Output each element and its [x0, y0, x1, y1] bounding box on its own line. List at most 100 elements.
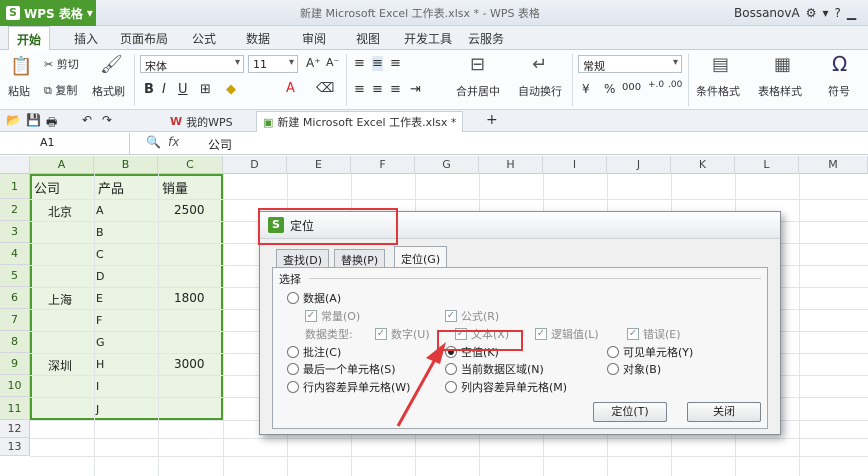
column-header[interactable]: J — [607, 156, 671, 174]
column-header[interactable]: L — [735, 156, 799, 174]
column-header[interactable]: A — [30, 156, 94, 174]
cell-a2[interactable]: 北京 — [48, 203, 72, 220]
clear-format-icon[interactable]: ⌫ — [316, 81, 334, 96]
column-header[interactable]: K — [671, 156, 735, 174]
tab-formulas[interactable]: 公式 — [192, 30, 216, 47]
row-header[interactable]: 5 — [0, 265, 30, 287]
row-header[interactable]: 9 — [0, 353, 30, 375]
cell-c1[interactable]: 销量 — [162, 178, 188, 197]
cell-c9[interactable]: 3000 — [174, 357, 205, 371]
cut-button[interactable]: ✂ 剪切 — [44, 56, 79, 72]
shrink-font-icon[interactable]: A⁻ — [326, 56, 339, 69]
checkbox-error[interactable]: ✓ — [627, 328, 639, 340]
name-box[interactable]: A1 — [0, 133, 130, 155]
redo-icon[interactable]: ↷ — [102, 113, 112, 127]
cell-b3[interactable]: B — [96, 226, 104, 239]
close-button[interactable]: 关闭 — [687, 402, 761, 422]
tab-mywps[interactable]: W 我的WPS — [164, 111, 239, 132]
percent-button[interactable]: % — [604, 82, 615, 96]
tab-page-layout[interactable]: 页面布局 — [120, 30, 168, 47]
save-icon[interactable]: 💾 — [26, 113, 41, 127]
cell-a1[interactable]: 公司 — [34, 178, 60, 197]
column-header[interactable]: M — [799, 156, 868, 174]
format-painter-button[interactable]: 格式刷 — [92, 83, 125, 99]
skin-icon[interactable]: ▾ — [822, 6, 828, 20]
align-left-icon[interactable]: ≡ — [354, 82, 365, 97]
tab-developer[interactable]: 开发工具 — [404, 30, 452, 47]
cell-c2[interactable]: 2500 — [174, 203, 205, 217]
increase-decimal-icon[interactable]: +.0 — [648, 80, 664, 90]
radio-visible-cells[interactable] — [607, 346, 619, 358]
table-style-button[interactable]: 表格样式 — [758, 83, 802, 99]
border-icon[interactable]: ⊞ — [200, 82, 211, 97]
cell-b5[interactable]: D — [96, 270, 104, 283]
open-icon[interactable]: 📂 — [6, 113, 21, 127]
cell-b8[interactable]: G — [96, 336, 105, 349]
row-header[interactable]: 12 — [0, 420, 30, 438]
table-style-icon[interactable]: ▦ — [774, 54, 791, 75]
print-icon[interactable]: 🖶 — [46, 113, 57, 134]
cell-b9[interactable]: H — [96, 358, 104, 371]
indent-icon[interactable]: ⇥ — [410, 82, 421, 97]
column-header[interactable]: I — [543, 156, 607, 174]
option-last-cell[interactable]: 最后一个单元格(S) — [287, 361, 396, 377]
tab-review[interactable]: 审阅 — [302, 30, 326, 47]
formula-input[interactable]: 公司 — [208, 136, 232, 153]
option-column-differences[interactable]: 列内容差异单元格(M) — [445, 379, 567, 395]
locate-button[interactable]: 定位(T) — [593, 402, 667, 422]
tab-document[interactable]: ▣ 新建 Microsoft Excel 工作表.xlsx * — [256, 111, 464, 132]
fill-color-icon[interactable]: ◆ — [226, 82, 236, 97]
copy-button[interactable]: ⧉ 复制 — [44, 82, 77, 98]
italic-button[interactable]: I — [162, 82, 166, 97]
checkbox-formulas[interactable]: ✓ — [445, 310, 457, 322]
checkbox-number[interactable]: ✓ — [375, 328, 387, 340]
align-right-icon[interactable]: ≡ — [390, 82, 401, 97]
align-bottom-icon[interactable]: ≡ — [390, 56, 401, 71]
paste-icon[interactable]: 📋 — [10, 56, 32, 77]
checkbox-constants[interactable]: ✓ — [305, 310, 317, 322]
option-logical[interactable]: ✓ 逻辑值(L) — [535, 326, 599, 342]
decrease-decimal-icon[interactable]: .00 — [668, 80, 682, 90]
merge-center-button[interactable]: 合并居中 — [456, 83, 500, 99]
settings-icon[interactable]: ⚙ — [806, 6, 817, 20]
radio-row-differences[interactable] — [287, 381, 299, 393]
new-tab-button[interactable]: + — [486, 112, 498, 128]
column-header[interactable]: B — [94, 156, 158, 174]
tab-cloud[interactable]: 云服务 — [468, 30, 504, 47]
user-name[interactable]: BossanovA — [734, 6, 800, 20]
column-header[interactable]: H — [479, 156, 543, 174]
radio-data[interactable] — [287, 292, 299, 304]
align-center-icon[interactable]: ≡ — [372, 82, 383, 97]
row-header[interactable]: 2 — [0, 199, 30, 221]
font-size-select[interactable]: 11 — [248, 55, 298, 73]
row-header[interactable]: 6 — [0, 287, 30, 309]
cell-a6[interactable]: 上海 — [48, 291, 72, 308]
tab-goto[interactable]: 定位(G) — [394, 246, 448, 268]
row-header[interactable]: 11 — [0, 397, 30, 420]
bold-button[interactable]: B — [144, 82, 154, 97]
row-header[interactable]: 3 — [0, 221, 30, 243]
option-formulas[interactable]: ✓ 公式(R) — [445, 308, 499, 324]
cell-b6[interactable]: E — [96, 292, 103, 305]
thousands-button[interactable]: 000 — [622, 82, 641, 93]
select-all-corner[interactable] — [0, 156, 30, 174]
wrap-text-button[interactable]: 自动换行 — [518, 83, 562, 99]
font-color-icon[interactable]: A — [286, 81, 295, 96]
tab-find[interactable]: 查找(D) — [276, 249, 330, 267]
option-comments[interactable]: 批注(C) — [287, 344, 341, 360]
option-objects[interactable]: 对象(B) — [607, 361, 661, 377]
tab-replace[interactable]: 替换(P) — [334, 249, 386, 267]
tab-home[interactable]: 开始 — [8, 26, 51, 51]
row-header[interactable]: 7 — [0, 309, 30, 331]
radio-comments[interactable] — [287, 346, 299, 358]
user-area[interactable]: BossanovA ⚙ ▾ ? ▁ — [730, 0, 868, 26]
brush-icon[interactable]: 🖌 — [100, 54, 123, 75]
cell-b2[interactable]: A — [96, 204, 104, 217]
cell-b7[interactable]: F — [96, 314, 102, 327]
conditional-format-button[interactable]: 条件格式 — [696, 83, 740, 99]
number-format-select[interactable]: 常规 — [578, 55, 682, 73]
minimize-icon[interactable]: ▁ — [847, 6, 856, 20]
align-top-icon[interactable]: ≡ — [354, 56, 365, 71]
omega-icon[interactable]: Ω — [832, 52, 847, 76]
option-data[interactable]: 数据(A) — [287, 290, 341, 306]
